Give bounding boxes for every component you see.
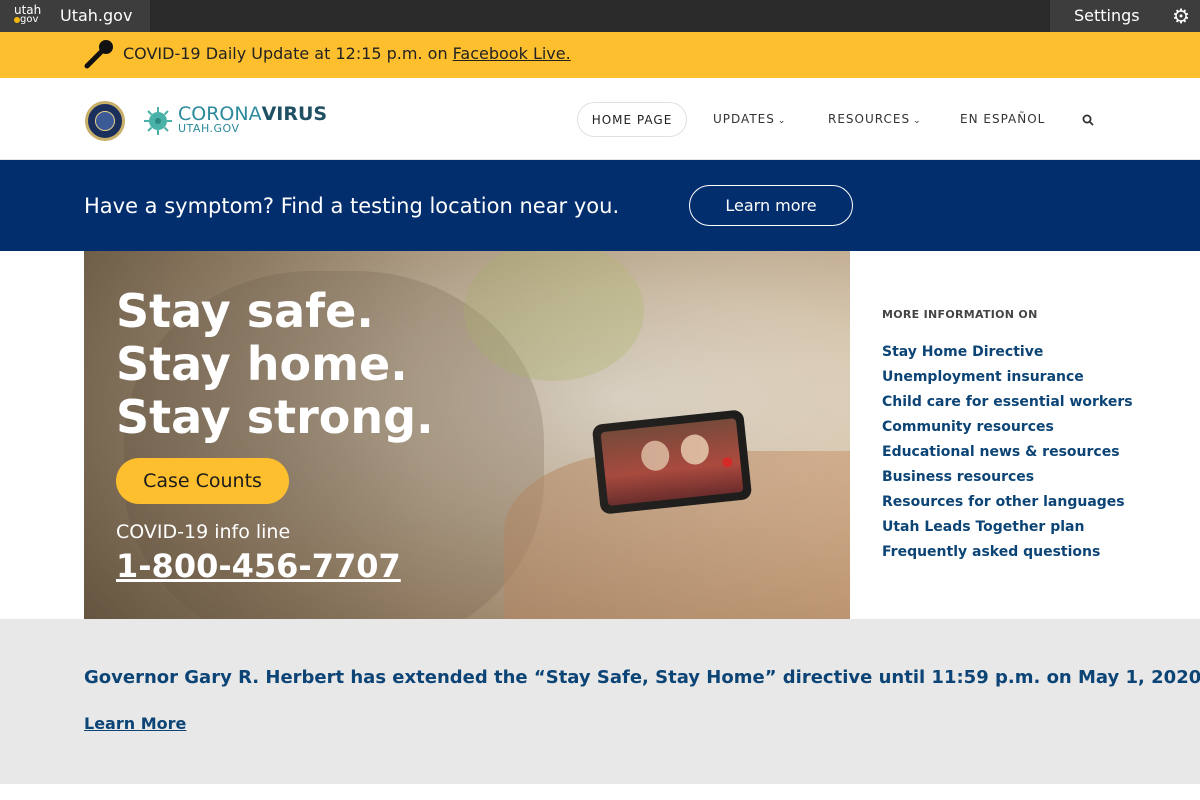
case-counts-button[interactable]: Case Counts	[116, 458, 289, 504]
testing-banner-text: Have a symptom? Find a testing location …	[84, 194, 620, 218]
more-information-sidebar: MORE INFORMATION ON Stay Home Directive …	[882, 308, 1182, 565]
virus-icon	[144, 107, 172, 135]
sidebar-heading: MORE INFORMATION ON	[882, 308, 1038, 321]
settings-button[interactable]: Settings ⚙	[1050, 0, 1200, 32]
utah-gov-topbar: utah gov Utah.gov Settings ⚙	[0, 0, 1200, 32]
info-line-label: COVID-19 info line	[116, 521, 291, 543]
sidebar-link-unemployment-insurance[interactable]: Unemployment insurance	[882, 365, 1182, 390]
nav-resources[interactable]: RESOURCES ⌄	[828, 102, 922, 137]
sidebar-link-utah-leads-together[interactable]: Utah Leads Together plan	[882, 515, 1182, 540]
site-name: Utah.gov	[60, 6, 133, 25]
sidebar-link-community-resources[interactable]: Community resources	[882, 415, 1182, 440]
nav-home-page[interactable]: HOME PAGE	[577, 102, 687, 137]
chevron-down-icon: ⌄	[913, 116, 922, 126]
slogan-line: Stay strong.	[116, 390, 434, 444]
nav-updates[interactable]: UPDATES ⌄	[713, 102, 786, 137]
brand-bold: VIRUS	[261, 103, 328, 125]
announcement-section: Governor Gary R. Herbert has extended th…	[0, 619, 1200, 784]
sidebar-link-faq[interactable]: Frequently asked questions	[882, 540, 1182, 565]
site-header: CORONAVIRUS UTAH.GOV HOME PAGE UPDATES ⌄ …	[0, 78, 1200, 160]
announcement-learn-more-link[interactable]: Learn More	[84, 713, 186, 735]
learn-more-button[interactable]: Learn more	[689, 185, 853, 226]
alert-bar: COVID-19 Daily Update at 12:15 p.m. on F…	[0, 32, 1200, 78]
slogan-line: Stay safe.	[116, 284, 374, 338]
alert-message: COVID-19 Daily Update at 12:15 p.m. on F…	[123, 44, 571, 64]
hero-slogan: Stay safe. Stay home. Stay strong.	[116, 285, 434, 444]
sidebar-link-educational-news[interactable]: Educational news & resources	[882, 440, 1182, 465]
info-line-phone-link[interactable]: 1-800-456-7707	[116, 546, 401, 586]
sidebar-link-list: Stay Home Directive Unemployment insuran…	[882, 340, 1182, 565]
utah-state-seal[interactable]	[85, 101, 125, 141]
search-button[interactable]	[1082, 102, 1094, 137]
settings-label: Settings	[1074, 6, 1140, 25]
slogan-line: Stay home.	[116, 337, 408, 391]
alert-text: COVID-19 Daily Update at 12:15 p.m. on	[123, 44, 453, 63]
utah-gov-logo: utah gov	[14, 4, 44, 27]
nav-en-espanol[interactable]: EN ESPAÑOL	[960, 102, 1045, 137]
nav-resources-label: RESOURCES	[828, 112, 911, 126]
coronavirus-logo-subtext: UTAH.GOV	[178, 122, 240, 135]
sidebar-link-child-care[interactable]: Child care for essential workers	[882, 390, 1182, 415]
chevron-down-icon: ⌄	[777, 116, 787, 126]
search-icon	[1082, 114, 1094, 126]
logo-gov-text: gov	[20, 14, 39, 25]
sidebar-link-stay-home-directive[interactable]: Stay Home Directive	[882, 340, 1182, 365]
utah-gov-home-link[interactable]: utah gov Utah.gov	[0, 0, 150, 32]
announcement-text: Governor Gary R. Herbert has extended th…	[84, 667, 1200, 688]
testing-banner: Have a symptom? Find a testing location …	[0, 160, 1200, 251]
sidebar-link-business-resources[interactable]: Business resources	[882, 465, 1182, 490]
gear-icon: ⚙	[1172, 4, 1190, 28]
sidebar-link-other-languages[interactable]: Resources for other languages	[882, 490, 1182, 515]
hero-section: Stay safe. Stay home. Stay strong. Case …	[84, 251, 850, 619]
facebook-live-link[interactable]: Facebook Live.	[453, 44, 571, 63]
nav-updates-label: UPDATES	[713, 112, 775, 126]
seal-center	[95, 111, 115, 131]
microphone-icon	[84, 40, 113, 69]
